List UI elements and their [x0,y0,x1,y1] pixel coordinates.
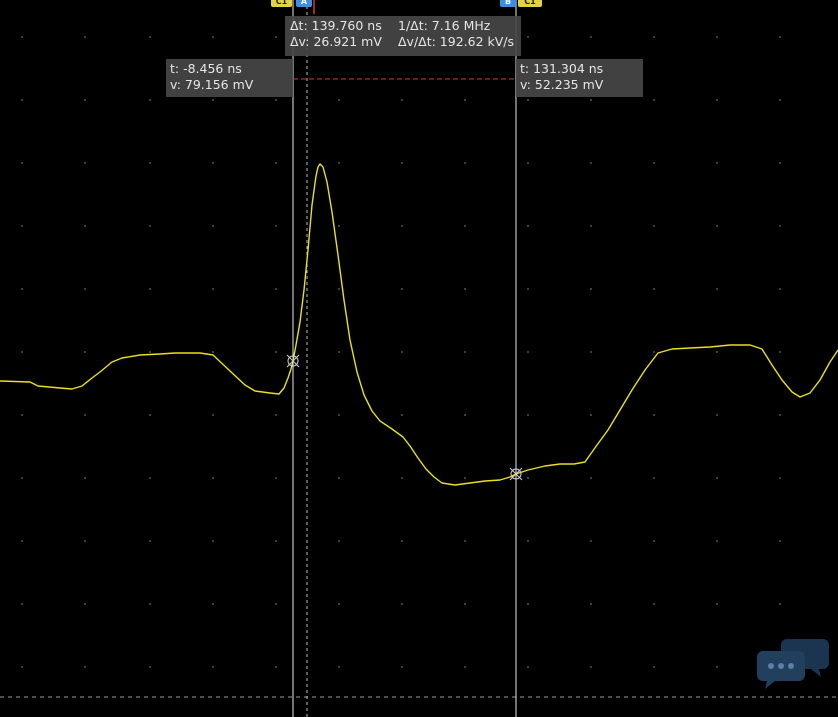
graticule-grid [21,36,781,668]
delta-time-value: Δt: 139.760 ns [290,18,382,33]
chat-bubbles-icon[interactable] [757,633,831,693]
delta-readout-box[interactable]: Δt: 139.760 ns Δv: 26.921 mV 1/Δt: 7.16 … [285,16,521,56]
waveform-display[interactable] [0,0,838,717]
cursor-2-source-badge[interactable]: B [500,0,516,7]
cursor-2-channel-badge[interactable]: C1 [518,0,542,7]
cursor-2-readout-box[interactable]: t: 131.304 ns v: 52.235 mV [516,59,643,97]
cursor-1-voltage-value: v: 79.156 mV [170,77,254,92]
slew-rate-value: Δv/Δt: 192.62 kV/s [398,34,515,49]
cursor-2-time-value: t: 131.304 ns [520,61,604,76]
inverse-delta-time-value: 1/Δt: 7.16 MHz [398,18,491,33]
cursor-1-time-value: t: -8.456 ns [170,61,242,76]
cursor-1-channel-badge[interactable]: C1 [271,0,292,7]
cursor-1-readout-box[interactable]: t: -8.456 ns v: 79.156 mV [166,59,293,97]
oscilloscope-screen: C1 A B C1 Δt: 139.760 ns Δv: 26.921 mV 1… [0,0,838,717]
delta-voltage-value: Δv: 26.921 mV [290,34,382,49]
channel-1-waveform [0,163,838,486]
cursor-1-source-badge[interactable]: A [296,0,312,7]
cursor-2-voltage-value: v: 52.235 mV [520,77,604,92]
